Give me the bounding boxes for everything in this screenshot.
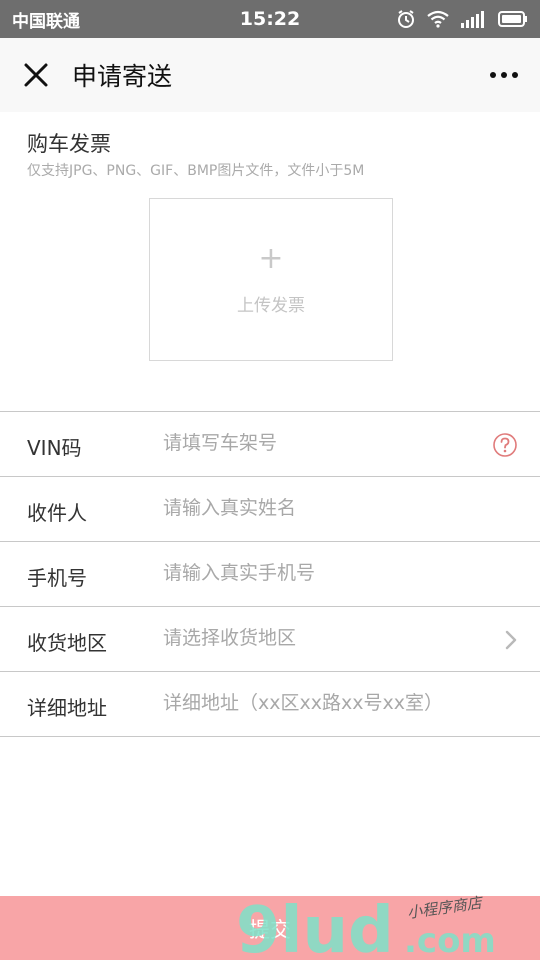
more-icon-dot [490, 72, 496, 78]
signal-icon [461, 11, 484, 28]
close-button[interactable] [0, 38, 72, 112]
page-title: 申请寄送 [72, 62, 173, 91]
plus-icon: + [258, 241, 284, 276]
form-row-recipient: 收件人 [0, 477, 540, 542]
battery-icon [498, 11, 527, 27]
recipient-input[interactable] [163, 491, 483, 525]
recipient-label: 收件人 [27, 501, 87, 525]
form-row-vin: VIN码 [0, 412, 540, 477]
region-select[interactable] [163, 621, 483, 655]
carrier-name: 中国联通 [12, 11, 80, 32]
submit-label: 提交 [249, 919, 291, 942]
status-time: 15:22 [239, 8, 301, 30]
form-row-address: 详细地址 [0, 672, 540, 737]
address-label: 详细地址 [27, 696, 107, 720]
phone-label: 手机号 [27, 566, 87, 590]
invoice-label: 购车发票 [27, 132, 111, 156]
region-label: 收货地区 [27, 631, 107, 655]
upload-invoice-button[interactable]: + 上传发票 [149, 198, 393, 361]
upload-invoice-label: 上传发票 [237, 296, 305, 316]
help-icon[interactable] [492, 432, 518, 458]
more-icon-dot [501, 72, 507, 78]
chevron-right-icon [505, 630, 517, 650]
status-icons [396, 9, 528, 29]
nav-bar: 申请寄送 [0, 38, 540, 112]
invoice-section: 购车发票 仅支持JPG、PNG、GIF、BMP图片文件，文件小于5M + 上传发… [0, 112, 540, 412]
alarm-icon [398, 10, 414, 28]
form-row-phone: 手机号 [0, 542, 540, 607]
more-button[interactable] [486, 60, 522, 90]
more-icon-dot [512, 72, 518, 78]
vin-input[interactable] [163, 426, 483, 460]
form-row-region[interactable]: 收货地区 [0, 607, 540, 672]
wifi-icon [427, 10, 449, 28]
invoice-hint: 仅支持JPG、PNG、GIF、BMP图片文件，文件小于5M [27, 163, 365, 179]
shipping-form: VIN码 收件人 手机号 收货地区 详细地址 [0, 411, 540, 737]
status-bar: 中国联通 15:22 [0, 0, 540, 38]
close-icon [24, 63, 48, 87]
vin-label: VIN码 [27, 436, 82, 460]
address-input[interactable] [163, 686, 483, 720]
phone-input[interactable] [163, 556, 483, 590]
submit-button[interactable]: 提交 [0, 896, 540, 960]
